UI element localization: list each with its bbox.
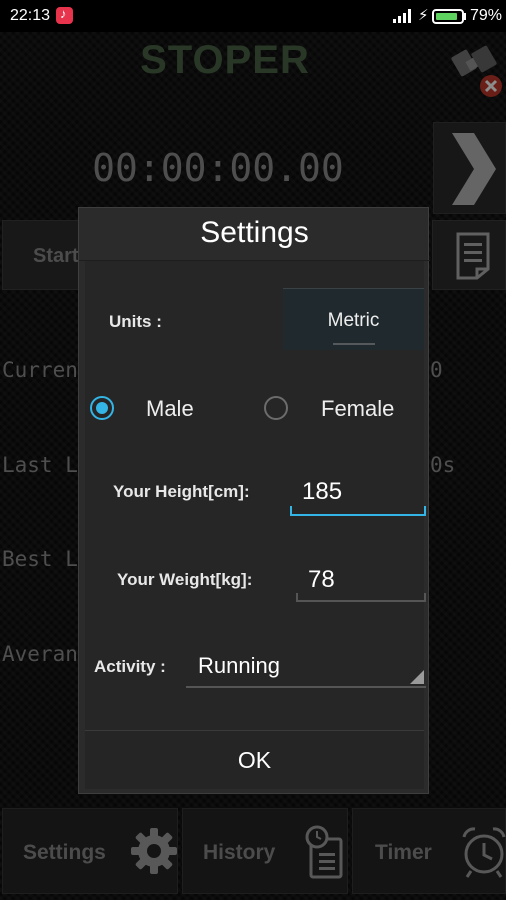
height-label: Your Height[cm]:	[113, 482, 250, 501]
units-value: Metric	[327, 310, 380, 331]
battery-level-fill	[436, 13, 457, 20]
ok-label: OK	[237, 747, 272, 773]
signal-icon	[393, 9, 411, 23]
battery-icon	[432, 9, 464, 24]
tiktok-notification-icon	[56, 6, 73, 24]
activity-label: Activity :	[94, 657, 166, 676]
height-value: 185	[302, 478, 343, 505]
units-toggle-button[interactable]: Metric	[283, 288, 424, 350]
male-radio[interactable]	[90, 396, 114, 420]
ok-button[interactable]: OK	[85, 731, 424, 789]
battery-percent: 79%	[470, 7, 503, 24]
settings-dialog: Settings Units : Metric Male Female Your…	[78, 207, 430, 794]
activity-value: Running	[198, 653, 280, 678]
radio-selected-dot	[96, 402, 108, 414]
weight-input[interactable]: 78	[296, 560, 426, 602]
charging-icon: ⚡	[418, 7, 429, 24]
female-radio[interactable]	[264, 396, 288, 420]
dropdown-caret-icon	[410, 670, 424, 684]
units-indicator	[333, 343, 375, 345]
status-time: 22:13	[10, 7, 51, 24]
status-bar: 22:13 ⚡ 79%	[0, 0, 506, 32]
battery-tip	[463, 13, 466, 20]
weight-label: Your Weight[kg]:	[117, 570, 253, 589]
activity-dropdown[interactable]: Running	[186, 646, 426, 688]
units-label: Units :	[109, 312, 162, 331]
weight-value: 78	[308, 566, 335, 593]
female-label[interactable]: Female	[321, 396, 394, 422]
dialog-title: Settings	[200, 216, 309, 249]
male-label[interactable]: Male	[146, 396, 194, 422]
height-input[interactable]: 185	[290, 470, 426, 516]
